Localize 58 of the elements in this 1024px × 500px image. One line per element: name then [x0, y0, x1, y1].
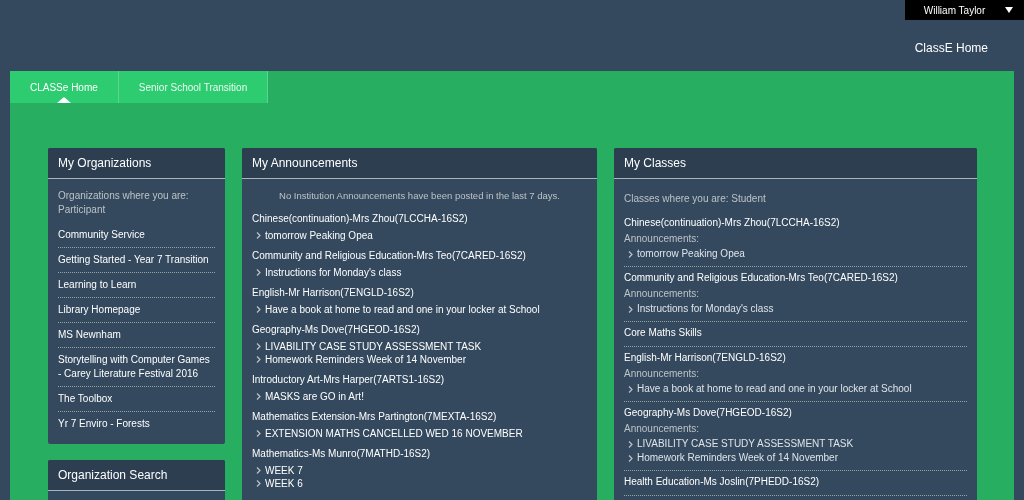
announcement-link[interactable]: Instructions for Monday's class	[265, 266, 402, 280]
announcement-link[interactable]: WEEK 6	[265, 477, 303, 491]
class-title-link[interactable]: Community and Religious Education-Mrs Teo(7CARED-16S2)	[252, 249, 587, 264]
class-title-link[interactable]: Chinese(continuation)-Mrs Zhou(7LCCHA-16S2)	[252, 212, 587, 227]
chevron-right-icon	[256, 393, 261, 401]
class-title-link[interactable]: Geography-Ms Dove(7HGEOD-16S2)	[252, 323, 587, 338]
chevron-right-icon	[256, 430, 261, 438]
user-menu[interactable]: William Taylor	[905, 0, 1024, 20]
class-link[interactable]: Geography-Ms Dove(7HGEOD-16S2)	[624, 405, 967, 421]
announcement-link[interactable]: MASKS are GO in Art!	[265, 390, 364, 404]
intro-text: Organizations where you are: Participant	[58, 189, 190, 217]
announcement-link[interactable]: Have a book at home to read and one in your locker at School	[637, 382, 912, 396]
card-header: Organization Search	[48, 460, 225, 491]
announcement-link[interactable]: LIVABILITY CASE STUDY ASSESSMENT TASK	[265, 340, 482, 354]
announcements-label: Announcements:	[624, 232, 701, 246]
announcement-link[interactable]: tomorrow Peaking Opea	[637, 247, 745, 261]
announcement-link[interactable]: WEEK 7	[265, 464, 303, 478]
organization-link[interactable]: Community Service	[58, 223, 215, 248]
chevron-right-icon	[256, 306, 261, 314]
active-tab-pointer	[56, 97, 71, 103]
organization-link[interactable]: Yr 7 Enviro - Forests	[58, 412, 215, 436]
class-link[interactable]: Core Maths Skills	[624, 325, 967, 341]
card-header: My Organizations	[48, 148, 225, 179]
home-link[interactable]: ClassE Home	[914, 39, 988, 57]
class-link[interactable]: Community and Religious Education-Mrs Teo(7CARED-16S2)	[624, 270, 967, 286]
chevron-right-icon	[628, 250, 633, 258]
announcement-link[interactable]: Have a book at home to read and one in your locker at School	[265, 303, 540, 317]
organization-link[interactable]: Library Homepage	[58, 298, 215, 323]
class-title-link[interactable]: English-Mr Harrison(7ENGLD-16S2)	[252, 286, 587, 301]
class-link[interactable]: Health Education-Ms Joslin(7PHEDD-16S2)	[624, 474, 967, 490]
organization-link[interactable]: MS Newnham	[58, 323, 215, 348]
announcement-link[interactable]: tomorrow Peaking Opea	[265, 229, 373, 243]
announcement-link[interactable]: LIVABILITY CASE STUDY ASSESSMENT TASK	[637, 437, 854, 451]
class-link[interactable]: Chinese(continuation)-Mrs Zhou(7LCCHA-16S2)	[624, 215, 967, 231]
class-link[interactable]: English-Mr Harrison(7ENGLD-16S2)	[624, 350, 967, 366]
organization-link[interactable]: The Toolbox	[58, 387, 215, 412]
notice-text: No Institution Announcements have been posted in the last 7 days.	[278, 189, 561, 203]
announcements-label: Announcements:	[624, 422, 701, 436]
announcements-label: Announcements:	[624, 287, 701, 301]
card-header: My Announcements	[242, 148, 597, 179]
class-title-link[interactable]: Introductory Art-Mrs Harper(7ARTS1-16S2)	[252, 373, 587, 388]
class-title-link[interactable]: Mathematics Extension-Mrs Partington(7MEXTA-16S2)	[252, 410, 587, 425]
organization-link[interactable]: Getting Started - Year 7 Transition	[58, 248, 215, 273]
class-title-link[interactable]: Mathematics-Ms Munro(7MATHD-16S2)	[252, 447, 587, 462]
intro-text: Classes where you are: Student	[624, 192, 767, 206]
chevron-right-icon	[256, 232, 261, 240]
card-header: My Classes	[614, 148, 977, 179]
announcement-link[interactable]: Homework Reminders Week of 14 November	[265, 353, 466, 367]
announcements-label: Announcements:	[624, 367, 701, 381]
caret-down-icon	[1005, 7, 1014, 13]
announcement-link[interactable]: Homework Reminders Week of 14 November	[637, 451, 838, 465]
announcement-link[interactable]: EXTENSION MATHS CANCELLED WED 16 NOVEMBER	[265, 427, 523, 441]
chevron-right-icon	[628, 305, 633, 313]
chevron-right-icon	[628, 385, 633, 393]
organization-link[interactable]: Storytelling with Computer Games - Carey Literature Festival 2016	[58, 348, 215, 387]
announcement-link[interactable]: Instructions for Monday's class	[637, 302, 774, 316]
chevron-right-icon	[256, 269, 261, 277]
organization-link[interactable]: Learning to Learn	[58, 273, 215, 298]
